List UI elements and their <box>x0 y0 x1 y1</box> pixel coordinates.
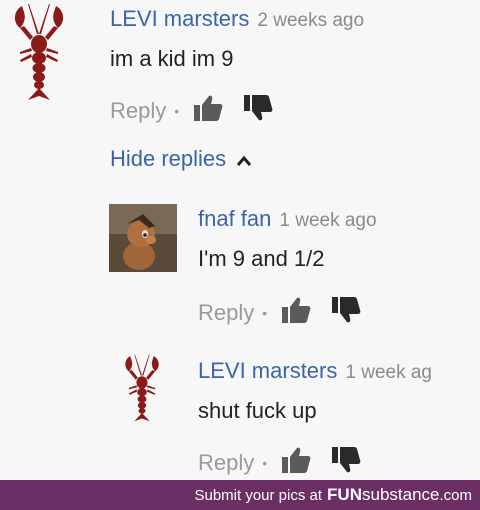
thumbs-down-icon[interactable] <box>243 94 273 128</box>
brand-main: FUN <box>327 485 362 504</box>
timestamp[interactable]: 1 week ag <box>345 362 432 383</box>
thumbs-down-icon[interactable] <box>331 446 361 478</box>
avatar-lobster[interactable] <box>118 352 166 429</box>
thumbs-up-icon[interactable] <box>281 446 311 478</box>
brand-tld: .com <box>439 486 472 504</box>
separator-dot: • <box>262 455 268 471</box>
comment-actions: Reply • <box>198 296 480 330</box>
author-name[interactable]: LEVI marsters <box>198 358 337 383</box>
comment: LEVI marsters 1 week ag shut fuck up Repl… <box>198 358 480 478</box>
avatar-pony[interactable] <box>109 204 177 277</box>
timestamp[interactable]: 2 weeks ago <box>257 10 364 31</box>
comment-actions: Reply • <box>198 446 480 478</box>
watermark-prefix: Submit your pics at <box>194 486 323 504</box>
thumbs-up-icon[interactable] <box>281 296 311 330</box>
comment-text: im a kid im 9 <box>110 46 234 71</box>
comment-actions: Reply • <box>110 94 470 128</box>
comment: LEVI marsters 2 weeks ago im a kid im 9 R… <box>110 6 470 128</box>
watermark-brand: FUNsubstance <box>327 485 439 505</box>
timestamp[interactable]: 1 week ago <box>279 210 376 231</box>
comment-text: I'm 9 and 1/2 <box>198 246 325 271</box>
hide-replies-button[interactable]: Hide replies <box>110 146 252 173</box>
brand-sub: substance <box>361 485 440 504</box>
lobster-icon <box>125 354 159 422</box>
thumbs-down-icon[interactable] <box>331 296 361 330</box>
chevron-up-icon <box>236 147 252 173</box>
thumbs-up-icon[interactable] <box>193 94 223 128</box>
lobster-icon <box>14 4 64 100</box>
reply-button[interactable]: Reply <box>198 300 254 326</box>
hide-replies-label: Hide replies <box>110 146 227 171</box>
reply-button[interactable]: Reply <box>110 98 166 124</box>
comment-text: shut fuck up <box>198 398 317 423</box>
separator-dot: • <box>262 305 268 321</box>
pony-avatar <box>109 204 177 272</box>
separator-dot: • <box>174 103 180 119</box>
author-name[interactable]: fnaf fan <box>198 206 271 231</box>
reply-button[interactable]: Reply <box>198 450 254 476</box>
avatar-lobster[interactable] <box>8 0 70 109</box>
author-name[interactable]: LEVI marsters <box>110 6 249 31</box>
comment: fnaf fan 1 week ago I'm 9 and 1/2 Reply • <box>198 206 480 330</box>
watermark-bar: Submit your pics at FUNsubstance .com <box>0 480 480 510</box>
